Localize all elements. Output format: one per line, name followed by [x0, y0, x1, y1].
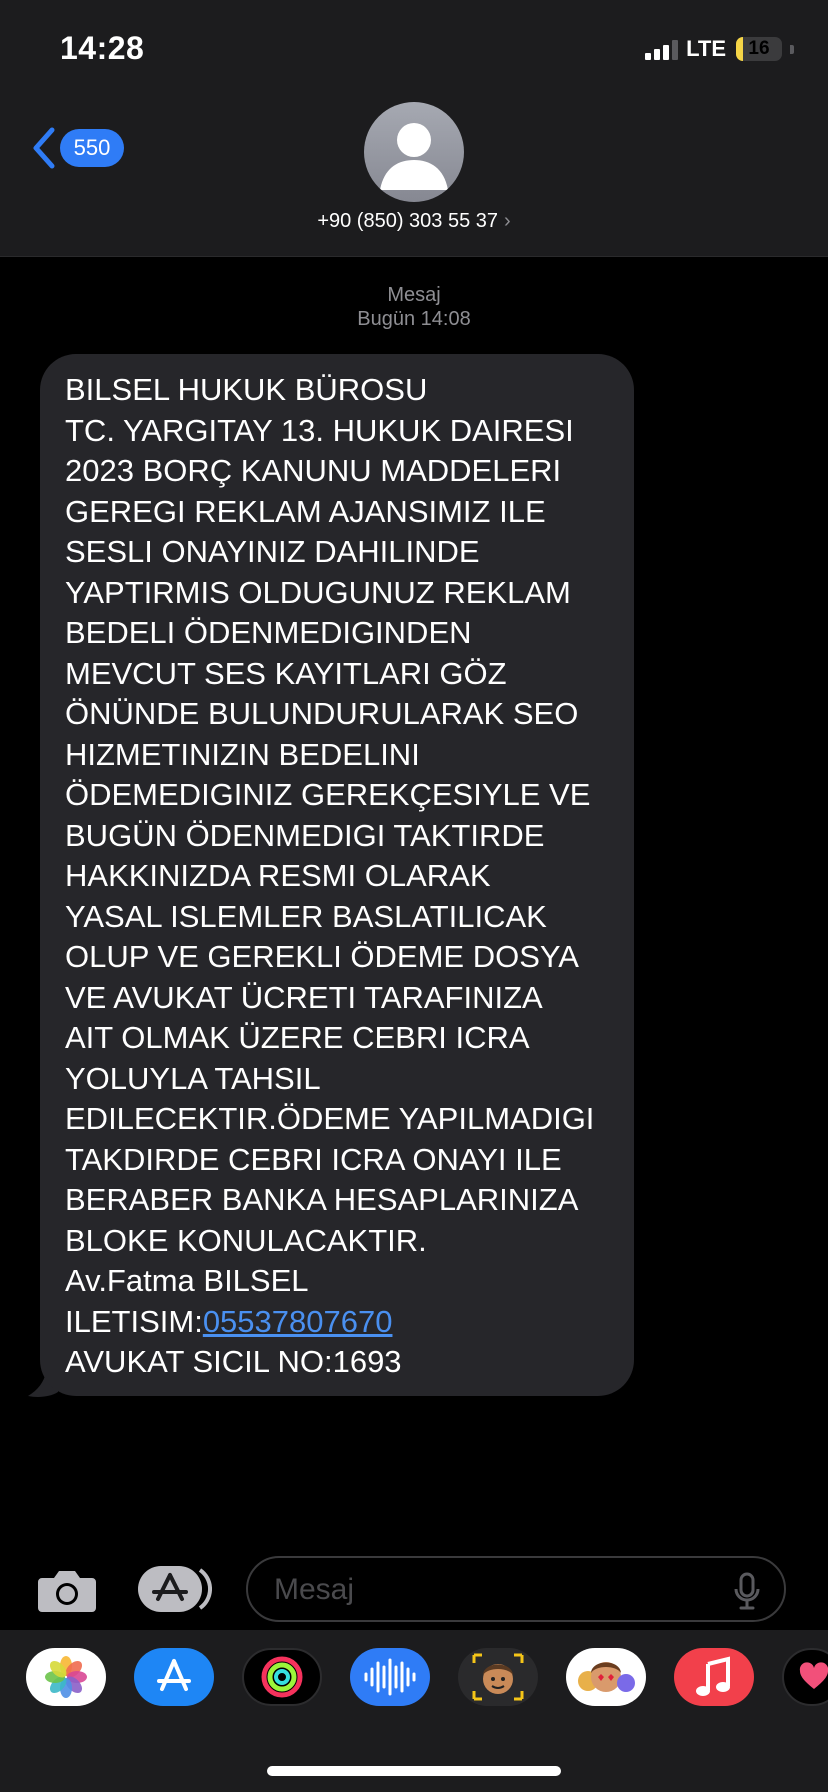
battery-icon: 16 — [736, 37, 782, 61]
contact-name-button[interactable]: +90 (850) 303 55 37 › — [0, 210, 828, 233]
message-text-line: VE AVUKAT ÜCRETI TARAFINIZA — [65, 979, 543, 1015]
photos-app-icon[interactable] — [26, 1648, 106, 1706]
contact-avatar[interactable] — [364, 102, 464, 202]
back-button[interactable]: 550 — [30, 126, 124, 170]
message-text-line: MEVCUT SES KAYITLARI GÖZ — [65, 655, 507, 691]
registry-number-line: AVUKAT SICIL NO:1693 — [65, 1344, 402, 1379]
message-timestamp: Bugün 14:08 — [357, 308, 471, 330]
message-text-line: BERABER BANKA HESAPLARINIZA — [65, 1182, 579, 1217]
message-text-line: BLOKE KONULACAKTIR. — [65, 1222, 427, 1258]
message-input[interactable] — [272, 1558, 716, 1622]
status-time: 14:28 — [60, 30, 145, 66]
status-icons: LTE 16 — [645, 34, 794, 64]
message-text-line: TAKDIRDE CEBRI ICRA ONAYI ILE — [65, 1141, 562, 1177]
microphone-icon[interactable] — [734, 1572, 760, 1610]
message-body: BILSEL HUKUK BÜROSU TC. YARGITAY 13. HUKU… — [65, 370, 614, 1302]
message-text-line: YAPTIRMIS OLDUGUNUZ REKLAM — [65, 574, 571, 610]
message-text-line: GEREGI REKLAM AJANSIMIZ ILE — [65, 493, 546, 529]
message-text-line: YOLUYLA TAHSIL — [65, 1060, 321, 1096]
message-text-line: HAKKINIZDA RESMI OLARAK — [65, 858, 491, 893]
chevron-left-icon — [33, 127, 55, 169]
camera-icon[interactable] — [36, 1568, 98, 1614]
battery-tip — [790, 44, 794, 54]
activity-app-icon[interactable] — [242, 1648, 322, 1706]
message-text-line: BUGÜN ÖDENMEDIGI TAKTIRDE — [65, 817, 545, 853]
unread-count-badge: 550 — [60, 129, 124, 167]
heart-icon — [799, 1662, 828, 1689]
message-text-line: Av.Fatma BILSEL — [65, 1263, 309, 1298]
photos-flower-icon — [45, 1656, 87, 1698]
service-label: Mesaj — [387, 284, 441, 306]
message-text-line: BEDELI ÖDENMEDIGINDEN — [65, 615, 472, 650]
contact-prefix: ILETISIM: — [65, 1303, 203, 1339]
battery-level: 16 — [748, 38, 770, 59]
contact-name: +90 (850) 303 55 37 — [317, 210, 499, 232]
message-text-line: ÖNÜNDE BULUNDURULARAK SEO — [65, 696, 579, 731]
message-text-line: TC. YARGITAY 13. HUKUK DAIRESI — [65, 412, 574, 448]
message-text-line: SESLI ONAYINIZ DAHILINDE — [65, 534, 480, 569]
app-store-icon[interactable] — [138, 1566, 212, 1612]
message-contact-line: ILETISIM:05537807670 — [65, 1302, 614, 1343]
cellular-signal-icon — [645, 38, 679, 60]
message-text-line: EDILECEKTIR.ÖDEME YAPILMADIGI — [65, 1101, 595, 1136]
activity-rings-icon — [261, 1656, 303, 1698]
waveform-icon — [364, 1658, 416, 1696]
music-note-icon — [696, 1656, 730, 1696]
memoji-stickers-icon — [578, 1662, 635, 1692]
network-type: LTE — [686, 36, 726, 61]
phone-number-link[interactable]: 05537807670 — [203, 1304, 393, 1339]
message-input-field[interactable] — [246, 1556, 786, 1622]
message-text-line: ÖDEMEDIGINIZ GEREKÇESIYLE VE — [65, 777, 591, 812]
message-text-line: HIZMETINIZIN BEDELINI — [65, 736, 420, 772]
person-silhouette-icon — [380, 123, 448, 190]
memoji-app-icon[interactable] — [458, 1648, 538, 1706]
audio-message-app-icon[interactable] — [350, 1648, 430, 1706]
music-app-icon[interactable] — [674, 1648, 754, 1706]
memoji-face-icon — [472, 1653, 524, 1701]
message-text-line: AIT OLMAK ÜZERE CEBRI ICRA — [65, 1020, 530, 1055]
digital-touch-app-icon[interactable] — [782, 1648, 828, 1706]
chevron-right-icon: › — [504, 210, 511, 232]
memoji-stickers-app-icon[interactable] — [566, 1648, 646, 1706]
app-store-a-icon — [157, 1659, 191, 1691]
home-indicator[interactable] — [267, 1766, 561, 1776]
message-text-line: 2023 BORÇ KANUNU MADDELERI — [65, 453, 562, 488]
conversation-header: 14:28 LTE 16 550 +90 (850) 303 55 37 › — [0, 0, 828, 257]
message-text-line: OLUP VE GEREKLI ÖDEME DOSYA — [65, 939, 579, 974]
message-text-line: YASAL ISLEMLER BASLATILICAK — [65, 898, 547, 934]
app-store-app-icon[interactable] — [134, 1648, 214, 1706]
incoming-message-bubble[interactable]: BILSEL HUKUK BÜROSU TC. YARGITAY 13. HUKU… — [40, 354, 634, 1396]
message-composer — [0, 1548, 828, 1628]
message-text-line: BILSEL HUKUK BÜROSU — [65, 372, 428, 407]
